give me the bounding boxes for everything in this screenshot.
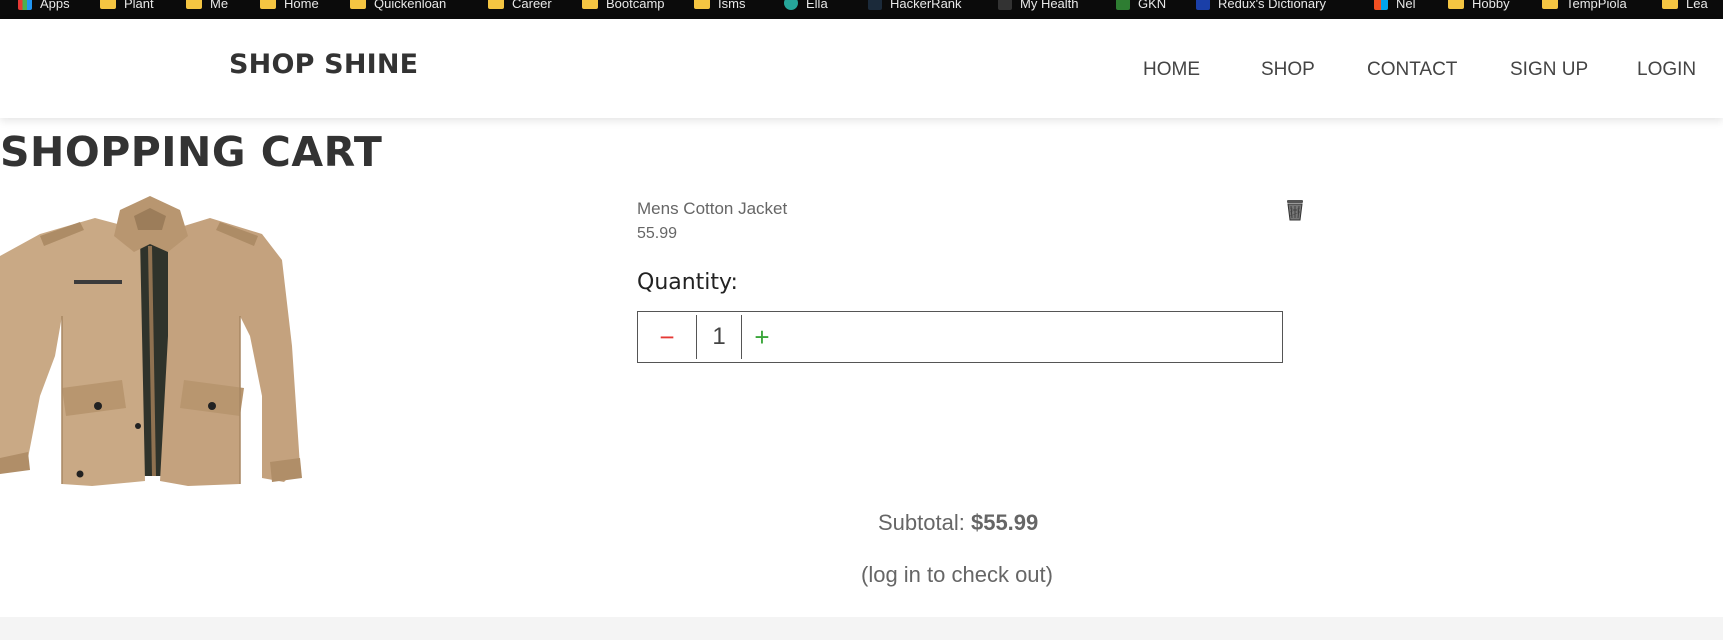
bookmark-label: Nel: [1396, 0, 1416, 11]
folder-icon: [1542, 0, 1558, 9]
bookmark-home[interactable]: Home: [260, 0, 319, 12]
bookmark-me[interactable]: Me: [186, 0, 228, 12]
bookmarks-bar: Apps Plant Me Home Quickenloan Career Bo…: [0, 0, 1723, 19]
bookmark-label: Ella: [806, 0, 828, 11]
bookmark-label: TempPiola: [1566, 0, 1627, 11]
bookmark-nel[interactable]: Nel: [1374, 0, 1416, 12]
folder-icon: [260, 0, 276, 9]
subtotal-label: Subtotal:: [878, 510, 965, 535]
quantity-stepper: − 1 +: [637, 311, 1283, 363]
bookmark-lea[interactable]: Lea: [1662, 0, 1708, 12]
site-icon: [1374, 0, 1388, 10]
apps-grid-icon: [18, 0, 32, 10]
subtotal: Subtotal: $55.99: [878, 510, 1038, 536]
folder-icon: [582, 0, 598, 9]
brand-logo[interactable]: SHOP SHINE: [229, 49, 418, 80]
nav-shop[interactable]: SHOP: [1261, 59, 1315, 81]
bookmark-apps[interactable]: Apps: [18, 0, 70, 12]
bookmark-label: Plant: [124, 0, 154, 11]
bookmark-quickenloan[interactable]: Quickenloan: [350, 0, 446, 12]
folder-icon: [100, 0, 116, 9]
folder-icon: [1662, 0, 1678, 9]
nav-login[interactable]: LOGIN: [1637, 59, 1696, 81]
quantity-label: Quantity:: [637, 270, 738, 295]
site-navbar: SHOP SHINE HOME SHOP CONTACT SIGN UP LOG…: [0, 19, 1723, 118]
bookmark-label: Quickenloan: [374, 0, 447, 11]
folder-icon: [186, 0, 202, 9]
bookmark-hobby[interactable]: Hobby: [1448, 0, 1510, 12]
site-icon: [1196, 0, 1210, 10]
jacket-image: [0, 196, 302, 486]
decrease-quantity-button[interactable]: −: [638, 312, 696, 362]
bookmark-isms[interactable]: Isms: [694, 0, 745, 12]
bookmark-my-health[interactable]: My Health: [998, 0, 1079, 12]
site-icon: [1116, 0, 1130, 10]
bookmark-label: Home: [284, 0, 319, 11]
bookmark-gkn[interactable]: GKN: [1116, 0, 1166, 12]
page-title: SHOPPING CART: [0, 128, 383, 176]
nav-sign-up[interactable]: SIGN UP: [1510, 59, 1588, 81]
site-icon: [998, 0, 1012, 10]
increase-quantity-button[interactable]: +: [742, 312, 782, 362]
site-icon: [784, 0, 798, 10]
bookmark-hackerrank[interactable]: HackerRank: [868, 0, 962, 12]
bookmark-label: Career: [512, 0, 552, 11]
footer-strip: [0, 617, 1723, 640]
folder-icon: [694, 0, 710, 9]
login-to-checkout-note[interactable]: (log in to check out): [861, 562, 1053, 588]
bookmark-bootcamp[interactable]: Bootcamp: [582, 0, 665, 12]
site-icon: [868, 0, 882, 10]
bookmark-label: Redux's Dictionary: [1218, 0, 1326, 11]
folder-icon: [350, 0, 366, 9]
bookmark-label: Isms: [718, 0, 746, 11]
bookmark-label: Me: [210, 0, 229, 11]
quantity-value[interactable]: 1: [697, 312, 741, 362]
subtotal-value: $55.99: [970, 510, 1039, 535]
folder-icon: [1448, 0, 1464, 9]
cart-item-name: Mens Cotton Jacket: [637, 199, 788, 218]
bookmark-label: My Health: [1020, 0, 1079, 11]
bookmark-temppiola[interactable]: TempPiola: [1542, 0, 1627, 12]
nav-home[interactable]: HOME: [1143, 59, 1200, 81]
bookmark-label: Hobby: [1472, 0, 1510, 11]
bookmark-dictionary[interactable]: Redux's Dictionary: [1196, 0, 1326, 12]
bookmark-label: Bootcamp: [606, 0, 665, 11]
bookmark-label: HackerRank: [890, 0, 962, 11]
bookmark-label: GKN: [1138, 0, 1167, 11]
cart-item-price: 55.99: [637, 225, 678, 242]
nav-contact[interactable]: CONTACT: [1367, 59, 1457, 81]
bookmark-label: Lea: [1686, 0, 1708, 11]
bookmark-plant[interactable]: Plant: [100, 0, 154, 12]
bookmark-label: Apps: [40, 0, 70, 11]
folder-icon: [488, 0, 504, 9]
bookmark-career[interactable]: Career: [488, 0, 552, 12]
trash-icon[interactable]: [1284, 198, 1306, 222]
bookmark-ella[interactable]: Ella: [784, 0, 828, 12]
